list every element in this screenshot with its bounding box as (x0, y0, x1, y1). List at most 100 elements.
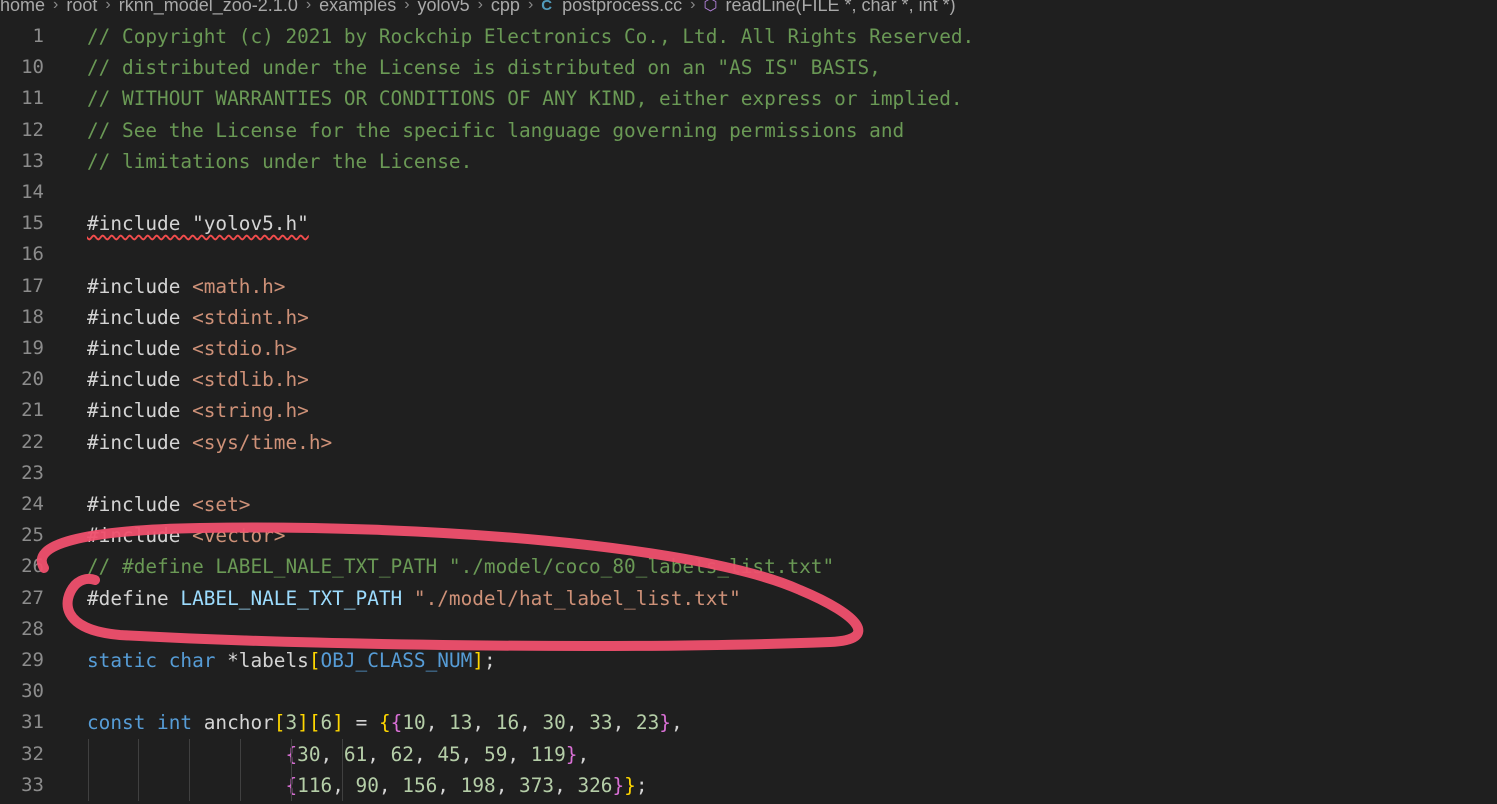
code-token: #include (87, 493, 193, 516)
code-token: 62 (390, 742, 414, 766)
line-number: 27 (21, 586, 44, 609)
line-number: 15 (21, 212, 44, 235)
indent-guide (138, 769, 139, 801)
line-number: 12 (21, 118, 44, 141)
breadcrumb-item[interactable]: home (0, 0, 45, 16)
code-token: // distributed under the License is dist… (87, 56, 881, 80)
breadcrumb-item[interactable]: postprocess.cc (562, 0, 682, 16)
code-line[interactable]: 15 #include "yolov5.h" (0, 208, 1497, 239)
code-line[interactable]: 1 // Copyright (c) 2021 by Rockchip Elect… (0, 21, 1497, 52)
code-token: { (378, 711, 391, 735)
code-line[interactable]: 24 #include <set> (0, 489, 1497, 520)
code-token: , (378, 773, 403, 797)
code-token: #include (87, 368, 193, 392)
code-token: 10 (402, 711, 426, 735)
code-line[interactable]: 17 #include <math.h> (0, 271, 1497, 302)
code-line[interactable]: 28 (0, 614, 1497, 645)
code-token: 23 (635, 711, 660, 735)
code-line[interactable]: 11 // WITHOUT WARRANTIES OR CONDITIONS OF… (0, 83, 1497, 114)
code-token: <stdio.h> (192, 337, 298, 360)
code-token: 45 (437, 742, 461, 766)
code-token: 198 (460, 773, 496, 797)
code-token: [ (273, 711, 286, 735)
code-token: ] (332, 711, 344, 735)
code-token: #define (87, 586, 181, 610)
code-token: #include (87, 399, 193, 423)
code-line[interactable]: 30 (0, 676, 1497, 707)
code-line[interactable]: 21 #include <string.h> (0, 395, 1497, 426)
code-line[interactable]: 19 #include <stdio.h> (0, 333, 1497, 364)
code-text: // #define LABEL_NALE_TXT_PATH "./model/… (87, 551, 834, 582)
line-number: 23 (21, 461, 44, 484)
code-line[interactable]: 16 (0, 239, 1497, 270)
indent-guide (138, 738, 139, 770)
code-line[interactable]: 12 // See the License for the specific la… (0, 115, 1497, 146)
line-number: 11 (21, 87, 44, 110)
code-line[interactable]: 31 const int anchor[3][6] = {{10, 13, 16,… (0, 707, 1497, 738)
code-token: 3 (285, 711, 298, 735)
code-token: , (554, 773, 578, 797)
code-token: <stdint.h> (192, 305, 309, 329)
code-text: #include <stdio.h> (87, 333, 297, 364)
code-token: , (413, 742, 438, 766)
breadcrumb-item[interactable]: root (66, 0, 97, 16)
breadcrumb-item[interactable]: yolov5 (418, 0, 470, 16)
code-line[interactable]: 26 // #define LABEL_NALE_TXT_PATH "./mode… (0, 551, 1497, 582)
function-cube-icon: ⬡ (703, 0, 718, 14)
code-token: 6 (320, 711, 333, 735)
code-text: #include <vector> (87, 520, 285, 551)
code-token: #include (87, 430, 193, 454)
code-token: } (624, 773, 636, 797)
code-line[interactable]: 27 #define LABEL_NALE_TXT_PATH "./model/h… (0, 583, 1497, 614)
line-number: 29 (21, 649, 44, 671)
code-text: static char *labels[OBJ_CLASS_NUM]; (87, 645, 496, 676)
indent-guide (342, 738, 343, 770)
breadcrumb-item[interactable]: cpp (491, 0, 520, 16)
code-token: , (425, 711, 450, 735)
code-line[interactable]: 22 #include <sys/time.h> (0, 427, 1497, 458)
breadcrumb-item[interactable]: rknn_model_zoo-2.1.0 (119, 0, 298, 16)
indent-guide (291, 769, 292, 801)
line-number: 22 (21, 430, 44, 453)
code-token: , (332, 773, 356, 797)
cpp-file-icon: C (541, 0, 553, 14)
code-token: 30 (542, 711, 566, 735)
code-token: #include "yolov5.h" (87, 212, 309, 236)
code-line[interactable]: 14 (0, 177, 1497, 208)
code-token: 61 (343, 742, 368, 766)
code-line[interactable]: 20 #include <stdlib.h> (0, 364, 1497, 395)
breadcrumb-item[interactable]: examples (319, 0, 396, 16)
code-text: // Copyright (c) 2021 by Rockchip Electr… (87, 21, 974, 52)
code-token: #include (87, 337, 193, 360)
breadcrumb-separator-icon: › (53, 0, 59, 13)
code-line[interactable]: 33 {116, 90, 156, 198, 373, 326}}; (0, 770, 1497, 801)
code-line[interactable]: 18 #include <stdint.h> (0, 302, 1497, 333)
code-token: LABEL_NALE_TXT_PATH (180, 586, 414, 610)
code-token: 90 (355, 773, 379, 797)
line-number: 21 (21, 399, 44, 422)
code-token: // limitations under the License. (87, 149, 473, 173)
code-token: 119 (530, 742, 566, 766)
code-line[interactable]: 25 #include <vector> (0, 520, 1497, 551)
code-token: , (565, 711, 590, 735)
code-editor[interactable]: 1 // Copyright (c) 2021 by Rockchip Elect… (0, 21, 1497, 804)
code-text: #include <sys/time.h> (87, 427, 332, 458)
breadcrumb-separator-icon: › (105, 0, 111, 13)
code-line[interactable]: 23 (0, 458, 1497, 489)
code-token: #include (87, 524, 193, 548)
breadcrumb-item[interactable]: readLine(FILE *, char *, int *) (725, 0, 955, 16)
code-line[interactable]: 10 // distributed under the License is di… (0, 52, 1497, 83)
code-token: { (390, 711, 403, 735)
code-line[interactable]: 32 {30, 61, 62, 45, 59, 119}, (0, 739, 1497, 770)
code-line[interactable]: 29 static char *labels[OBJ_CLASS_NUM]; (0, 645, 1497, 676)
code-token: *labels (227, 649, 309, 672)
code-token: 156 (402, 773, 438, 797)
line-number: 19 (21, 337, 44, 359)
code-token: 13 (449, 711, 473, 735)
code-line[interactable]: 13 // limitations under the License. (0, 146, 1497, 177)
line-number: 17 (21, 274, 44, 297)
code-token: const (87, 711, 158, 735)
line-number: 13 (21, 149, 44, 172)
code-token: = (343, 711, 379, 735)
